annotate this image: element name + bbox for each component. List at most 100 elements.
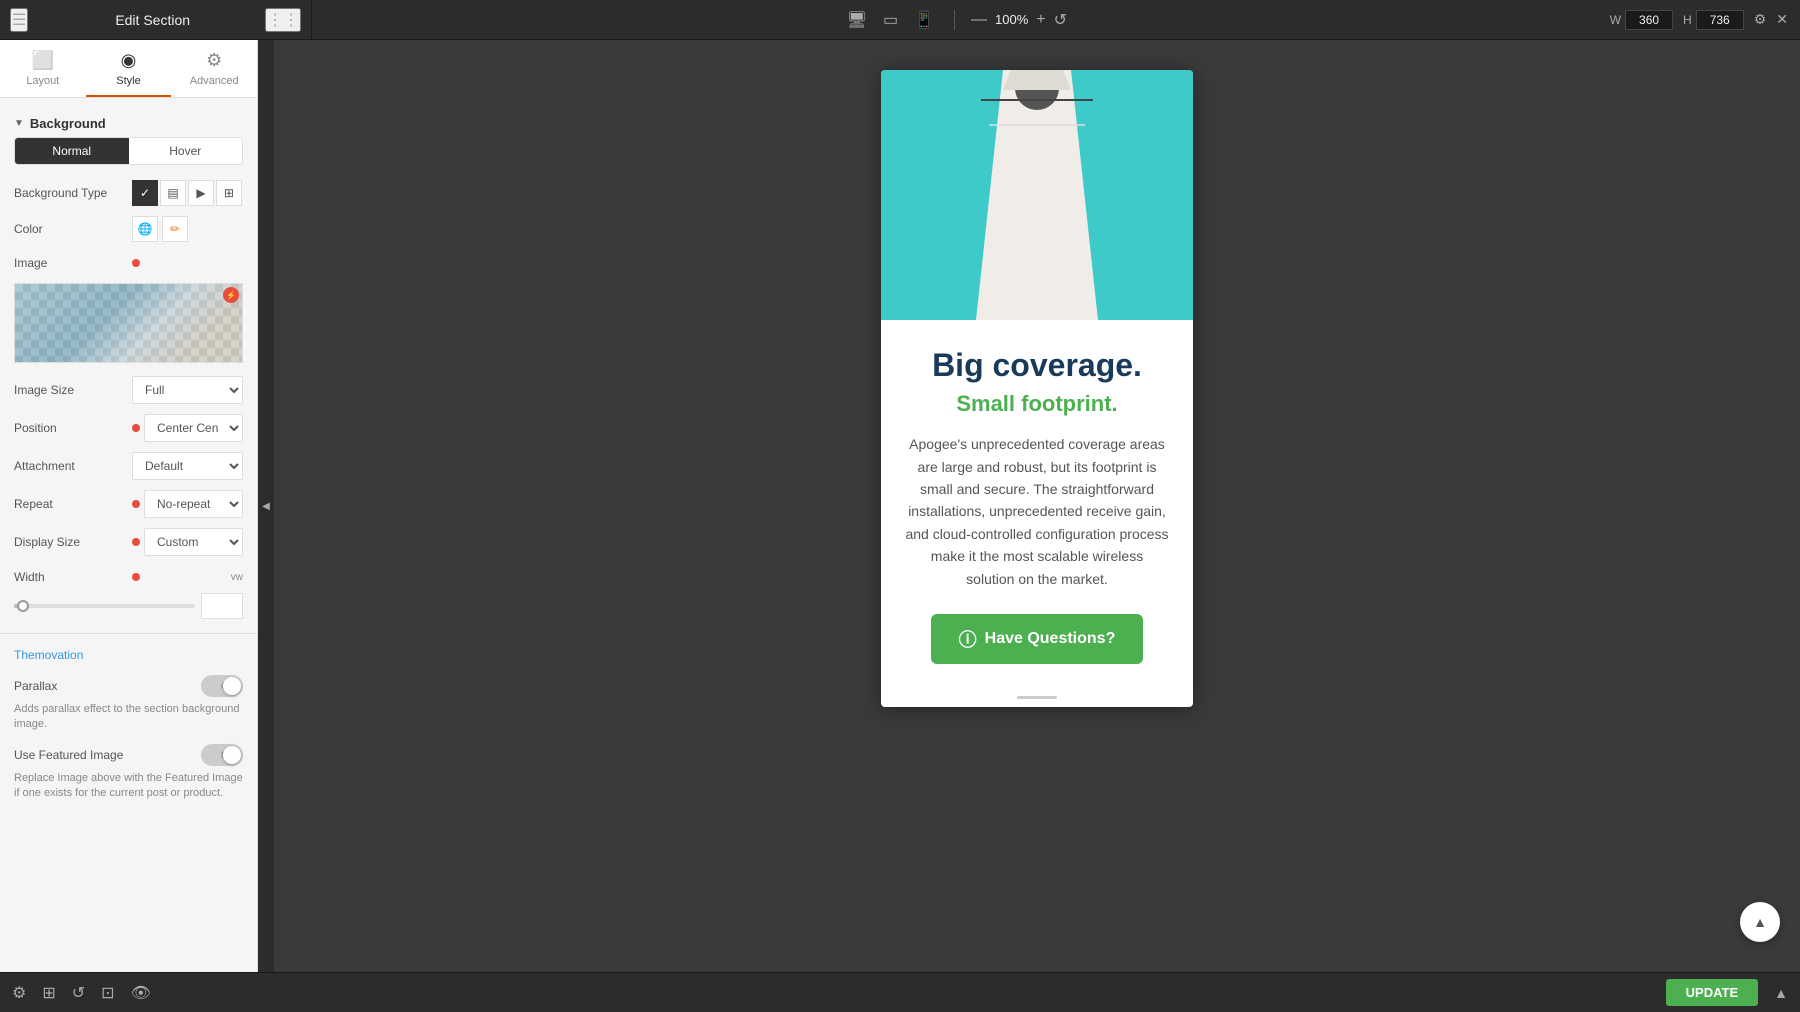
update-button[interactable]: UPDATE [1666,979,1758,1006]
use-featured-toggle[interactable]: No [201,744,243,766]
bg-type-label: Background Type [14,186,124,200]
desktop-icon[interactable]: 🖥 [843,6,871,34]
color-global-icon[interactable]: 🌐 [132,216,158,242]
slider-thumb[interactable] [17,600,29,612]
tower-svg [881,70,1193,320]
zoom-in-icon[interactable]: + [1036,11,1045,29]
width-number-input[interactable] [201,593,243,619]
image-preview[interactable]: ⚡ [14,283,243,363]
sidebar-tabs: ⬜ Layout ◉ Style ⚙ Advanced [0,40,257,98]
preview-heading: Big coverage. [905,348,1169,383]
width-link-dot [132,573,140,581]
color-label: Color [14,222,124,236]
image-size-select[interactable]: Full Large Medium Thumbnail [132,376,243,404]
width-unit[interactable]: vw [231,572,243,583]
height-input-group: H [1683,10,1744,30]
collapse-handle-icon: ◀ [262,501,270,512]
tab-style[interactable]: ◉ Style [86,40,172,97]
attachment-select[interactable]: Default Fixed Scroll [132,452,243,480]
tab-advanced[interactable]: ⚙ Advanced [171,40,257,97]
width-slider[interactable] [14,593,243,619]
cta-icon: ⓘ [959,626,977,652]
device-icons: 🖥 ▭ 📱 [843,6,938,34]
collapse-arrow-icon[interactable]: ▼ [14,118,24,129]
bg-type-row: Background Type ✓ ▤ ▶ ⊞ [0,175,257,211]
bg-type-slideshow-icon[interactable]: ⊞ [216,180,242,206]
topbar-title: Edit Section [40,12,265,28]
position-label: Position [14,421,124,435]
preview-content: Big coverage. Small footprint. Apogee's … [881,320,1193,688]
image-preview-box [14,283,243,363]
bg-type-gradient-icon[interactable]: ▤ [160,180,186,206]
repeat-select-wrap: No-repeat Repeat Repeat-X Repeat-Y [144,490,243,518]
image-link-dot [132,259,140,267]
attachment-row: Attachment Default Fixed Scroll [0,447,257,485]
height-field[interactable] [1696,10,1744,30]
use-featured-desc: Replace Image above with the Featured Im… [0,771,257,808]
bg-type-color-icon[interactable]: ✓ [132,180,158,206]
preview-icon[interactable]: 👁 [131,983,151,1003]
zoom-out-icon[interactable]: — [971,11,987,29]
parallax-desc: Adds parallax effect to the section back… [0,702,257,739]
scroll-up-button[interactable]: ▲ [1740,902,1780,942]
tab-style-label: Style [116,75,140,87]
image-link-icon: ⚡ [223,287,239,303]
style-icon: ◉ [121,50,137,71]
repeat-control: No-repeat Repeat Repeat-X Repeat-Y [132,490,243,518]
layout-icon: ⬜ [32,50,54,71]
width-row: Width vw [0,561,257,593]
separator [954,10,955,30]
zoom-value: 100% [995,12,1028,27]
use-featured-row: Use Featured Image No [0,739,257,771]
parallax-toggle[interactable]: OFF [201,675,243,697]
history-icon[interactable]: ↺ [72,983,85,1003]
collapse-handle[interactable]: ◀ [258,40,274,972]
attachment-control: Default Fixed Scroll [132,452,243,480]
zoom-reset-icon[interactable]: ↺ [1054,10,1067,30]
color-picker-icon[interactable]: ✏ [162,216,188,242]
hamburger-icon[interactable]: ☰ [10,8,28,32]
tab-layout[interactable]: ⬜ Layout [0,40,86,97]
background-section-header: ▼ Background [0,108,257,137]
parallax-row: Parallax OFF [0,670,257,702]
display-size-select-wrap: Custom Cover Contain Auto [144,528,243,556]
image-link-control [132,259,243,267]
image-size-row: Image Size Full Large Medium Thumbnail [0,371,257,409]
width-control: vw [132,572,243,583]
display-size-select[interactable]: Custom Cover Contain Auto [144,528,243,556]
update-arrow-icon[interactable]: ▲ [1774,985,1788,1001]
layers-icon[interactable]: ⊞ [42,983,55,1003]
settings-icon[interactable]: ⚙ [1754,11,1767,28]
parallax-label: Parallax [14,679,193,693]
responsive-icon[interactable]: ⊡ [101,983,114,1003]
image-label-row: Image [0,247,257,279]
display-size-label: Display Size [14,535,124,549]
bg-type-icons: ✓ ▤ ▶ ⊞ [132,180,242,206]
bg-tab-hover[interactable]: Hover [129,138,243,164]
bg-tabs: Normal Hover [14,137,243,165]
grid-icon[interactable]: ⋮⋮ [265,8,301,32]
width-label: Width [14,570,124,584]
hero-image [881,70,1193,320]
slider-track [14,604,195,608]
zoom-controls: — 100% + ↺ [971,10,1067,30]
advanced-icon: ⚙ [206,50,222,71]
themovation-link[interactable]: Themovation [0,640,257,670]
position-select[interactable]: Center Center Top Left Top Center Top Ri… [144,414,243,442]
settings-bottom-icon[interactable]: ⚙ [12,983,26,1003]
close-icon[interactable]: ✕ [1776,11,1788,28]
repeat-select[interactable]: No-repeat Repeat Repeat-X Repeat-Y [144,490,243,518]
bg-tab-normal[interactable]: Normal [15,138,129,164]
mobile-icon[interactable]: 📱 [910,6,938,34]
preview-body-text: Apogee's unprecedented coverage areas ar… [905,433,1169,590]
sidebar-content: ▼ Background Normal Hover Background Typ… [0,98,257,972]
bg-type-video-icon[interactable]: ▶ [188,180,214,206]
w-label: W [1610,13,1621,27]
image-size-control: Full Large Medium Thumbnail [132,376,243,404]
canvas-area: Big coverage. Small footprint. Apogee's … [274,40,1800,972]
width-input-group: W [1610,10,1673,30]
tablet-icon[interactable]: ▭ [879,6,902,34]
use-featured-label: Use Featured Image [14,748,193,762]
width-field[interactable] [1625,10,1673,30]
cta-button[interactable]: ⓘ Have Questions? [931,614,1144,664]
